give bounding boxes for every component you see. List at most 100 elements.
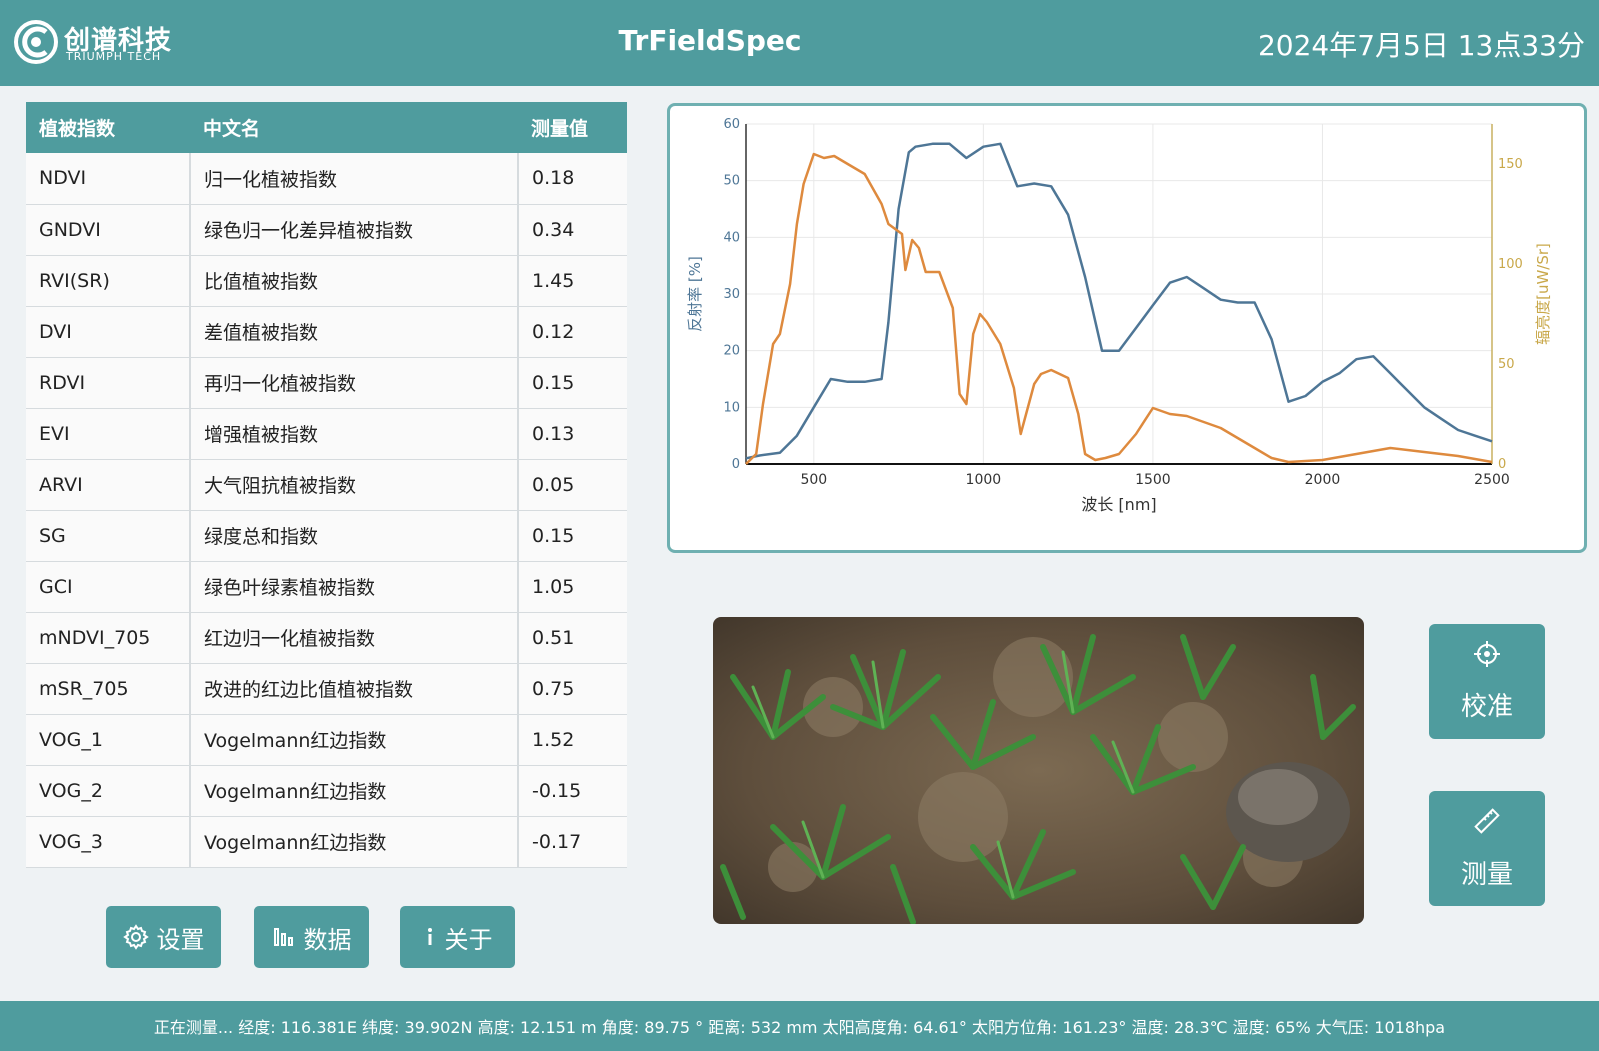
index-name-cell: Vogelmann红边指数 (190, 765, 519, 817)
spectrum-chart: 500 1000 1500 2000 2500010203040506005010015… (686, 117, 1552, 514)
index-code-cell: DVI (26, 306, 191, 358)
index-name-cell: 增强植被指数 (190, 408, 519, 460)
index-code-cell: VOG_2 (26, 765, 191, 817)
y-tick-label: 40 (723, 230, 740, 245)
table-row: VOG_2 Vogelmann红边指数 -0.15 (26, 765, 627, 817)
index-value-cell: 0.12 (518, 306, 627, 358)
index-value-cell: -0.17 (518, 816, 627, 868)
field-photo (713, 617, 1364, 924)
radiance-series-line (745, 152, 1493, 465)
index-code-cell: GCI (26, 561, 191, 613)
ruler-icon (1474, 808, 1500, 834)
vegetation-index-table: 植被指数 中文名 测量值 NDVI 归一化植被指数 0.18 GNDVI 绿色归一化差异… (26, 102, 627, 868)
table-row: GNDVI 绿色归一化差异植被指数 0.34 (26, 204, 627, 256)
y-tick-label: 0 (732, 457, 740, 472)
x-tick-label: 1500 (1135, 472, 1171, 488)
table-row: NDVI 归一化植被指数 0.18 (26, 153, 627, 205)
table-row: ARVI 大气阻抗植被指数 0.05 (26, 459, 627, 511)
y2-axis-label: 辐亮度[uW/Sr] (1534, 243, 1552, 345)
index-code-cell: RDVI (26, 357, 191, 409)
y-tick-label: 60 (723, 117, 740, 132)
measure-label: 测量 (1460, 860, 1513, 890)
index-name-cell: 大气阻抗植被指数 (190, 459, 519, 511)
x-tick-label: 2500 (1474, 472, 1510, 488)
y-tick-label: 30 (723, 287, 740, 302)
x-tick-label: 500 (800, 472, 827, 488)
data-button[interactable]: 数据 (254, 906, 369, 968)
column-header-value: 测量值 (518, 102, 627, 153)
camera-preview-image (713, 617, 1364, 924)
y2-tick-label: 0 (1498, 457, 1506, 472)
index-name-cell: 归一化植被指数 (190, 153, 519, 205)
index-value-cell: 0.18 (518, 153, 627, 205)
x-axis-label: 波长 [nm] (1081, 495, 1156, 514)
y-axis-label: 反射率 [%] (686, 256, 704, 332)
calibrate-label: 校准 (1460, 692, 1513, 722)
table-row: DVI 差值植被指数 0.12 (26, 306, 627, 358)
info-icon (427, 928, 432, 945)
status-text: 正在测量... 经度: 116.381E 纬度: 39.902N 高度: 12.… (153, 1018, 1446, 1037)
index-code-cell: NDVI (26, 153, 191, 205)
table-row: GCI 绿色叶绿素植被指数 1.05 (26, 561, 627, 613)
about-label: 关于 (444, 925, 493, 954)
table-row: SG 绿度总和指数 0.15 (26, 510, 627, 562)
x-tick-label: 1000 (966, 472, 1002, 488)
y2-tick-label: 50 (1498, 357, 1515, 372)
status-bar: 正在测量... 经度: 116.381E 纬度: 39.902N 高度: 12.… (0, 1001, 1599, 1051)
table-row: RVI(SR) 比值植被指数 1.45 (26, 255, 627, 307)
bar-chart-icon (273, 928, 293, 946)
y-tick-label: 10 (723, 400, 740, 415)
index-value-cell: 0.15 (518, 357, 627, 409)
table-row: mNDVI_705 红边归一化植被指数 0.51 (26, 612, 627, 664)
index-name-cell: 红边归一化植被指数 (190, 612, 519, 664)
index-value-cell: 0.05 (518, 459, 627, 511)
y2-tick-label: 150 (1498, 157, 1523, 172)
gear-icon (122, 924, 149, 950)
x-tick-label: 2000 (1305, 472, 1341, 488)
index-value-cell: 0.13 (518, 408, 627, 460)
index-name-cell: 绿度总和指数 (190, 510, 519, 562)
index-value-cell: 0.75 (518, 663, 627, 715)
index-value-cell: 0.51 (518, 612, 627, 664)
index-code-cell: SG (26, 510, 191, 562)
index-value-cell: 1.05 (518, 561, 627, 613)
crosshair-icon (1474, 641, 1500, 667)
reflectance-series-line (745, 142, 1493, 460)
table-header-row: 植被指数 中文名 测量值 (26, 102, 627, 153)
y2-tick-label: 100 (1498, 257, 1523, 272)
index-name-cell: 再归一化植被指数 (190, 357, 519, 409)
index-name-cell: 绿色归一化差异植被指数 (190, 204, 519, 256)
index-name-cell: 差值植被指数 (190, 306, 519, 358)
index-name-cell: 比值植被指数 (190, 255, 519, 307)
index-name-cell: Vogelmann红边指数 (190, 714, 519, 766)
index-code-cell: GNDVI (26, 204, 191, 256)
index-code-cell: VOG_1 (26, 714, 191, 766)
measure-button[interactable]: 测量 (1429, 791, 1545, 906)
index-value-cell: -0.15 (518, 765, 627, 817)
calibrate-button[interactable]: 校准 (1429, 624, 1545, 739)
y-tick-label: 20 (723, 344, 740, 359)
index-code-cell: VOG_3 (26, 816, 191, 868)
table-row: mSR_705 改进的红边比值植被指数 0.75 (26, 663, 627, 715)
index-value-cell: 0.34 (518, 204, 627, 256)
spectrum-chart-panel: 500 1000 1500 2000 2500 0 10 20 30 40 50 60 0 50 100 15… (667, 103, 1587, 553)
table-row: EVI 增强植被指数 0.13 (26, 408, 627, 460)
app-header: 创谱科技 TRIUMPH TECH TrFieldSpec 2024年7月5日 … (0, 0, 1599, 86)
index-code-cell: mNDVI_705 (26, 612, 191, 664)
index-code-cell: ARVI (26, 459, 191, 511)
y-tick-label: 50 (723, 174, 740, 189)
index-value-cell: 0.15 (518, 510, 627, 562)
index-code-cell: mSR_705 (26, 663, 191, 715)
app-title: TrFieldSpec (618, 24, 802, 57)
table-row: RDVI 再归一化植被指数 0.15 (26, 357, 627, 409)
column-header-index: 植被指数 (26, 102, 190, 153)
current-datetime: 2024年7月5日 13点33分 (1257, 29, 1585, 62)
index-name-cell: Vogelmann红边指数 (190, 816, 519, 868)
about-button[interactable]: 关于 (400, 906, 515, 968)
column-header-name: 中文名 (190, 102, 518, 153)
settings-button[interactable]: 设置 (106, 906, 221, 968)
index-value-cell: 1.45 (518, 255, 627, 307)
settings-label: 设置 (156, 925, 205, 954)
index-name-cell: 绿色叶绿素植被指数 (190, 561, 519, 613)
index-value-cell: 1.52 (518, 714, 627, 766)
